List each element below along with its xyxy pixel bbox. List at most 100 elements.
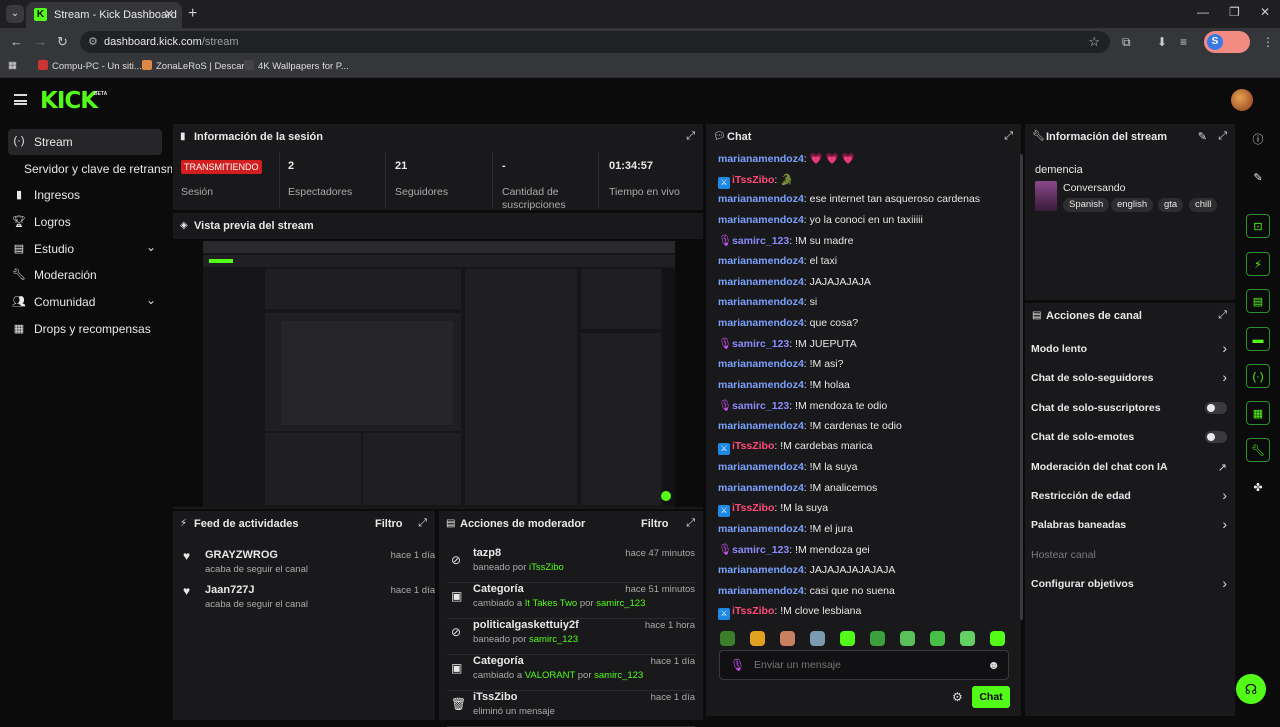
sidebar-item-moderation[interactable]: 🔧︎ Moderación bbox=[8, 262, 162, 288]
chat-scrollbar[interactable] bbox=[1020, 154, 1023, 620]
chat-username[interactable]: samirc_123 bbox=[732, 338, 789, 350]
chat-username[interactable]: iTssZibo bbox=[732, 502, 774, 514]
chat-username[interactable]: marianamendoz4 bbox=[718, 523, 804, 535]
emote-icon[interactable] bbox=[750, 631, 765, 646]
tag[interactable]: gta bbox=[1158, 198, 1184, 212]
bookmark-item[interactable]: 4K Wallpapers for P... bbox=[244, 60, 349, 72]
extensions-icon[interactable]: ⧉ bbox=[1122, 35, 1131, 50]
chat-username[interactable]: marianamendoz4 bbox=[718, 296, 804, 308]
restore-icon[interactable]: ❐ bbox=[1229, 5, 1240, 19]
mod-action-title[interactable]: Categoría bbox=[473, 583, 524, 595]
chat-username[interactable]: iTssZibo bbox=[732, 605, 774, 617]
mod-action-title[interactable]: politicalgaskettuiy2f bbox=[473, 619, 579, 631]
edit-icon[interactable]: ✎ bbox=[1198, 130, 1207, 143]
site-info-icon[interactable]: ⚙ bbox=[88, 35, 98, 48]
emoji-icon[interactable]: ☻ bbox=[987, 658, 1000, 672]
channel-action-row[interactable]: Restricción de edad › bbox=[1031, 486, 1229, 508]
window-close-icon[interactable]: ✕ bbox=[1260, 5, 1270, 19]
kick-logo[interactable]: KICK bbox=[40, 88, 98, 114]
chat-username[interactable]: marianamendoz4 bbox=[718, 214, 804, 226]
chat-username[interactable]: marianamendoz4 bbox=[718, 153, 804, 165]
channel-action-row[interactable]: Configurar objetivos › bbox=[1031, 574, 1229, 596]
expand-icon[interactable]: ⤢ bbox=[1218, 309, 1227, 322]
emote-icon[interactable] bbox=[900, 631, 915, 646]
expand-icon[interactable]: ⤢ bbox=[686, 517, 695, 530]
emote-icon[interactable] bbox=[870, 631, 885, 646]
chat-username[interactable]: samirc_123 bbox=[732, 235, 789, 247]
back-icon[interactable]: ← bbox=[10, 34, 23, 49]
browser-menu-icon[interactable]: ⋮ bbox=[1262, 35, 1274, 49]
minimize-icon[interactable]: — bbox=[1197, 5, 1209, 19]
emote-icon[interactable] bbox=[840, 631, 855, 646]
gear-icon[interactable]: ⚙ bbox=[952, 690, 963, 704]
menu-icon[interactable] bbox=[14, 94, 27, 105]
sidebar-item-community[interactable]: 👥︎ Comunidad ⌄ bbox=[8, 289, 162, 315]
close-icon[interactable]: ✕ bbox=[164, 7, 174, 21]
chat-username[interactable]: marianamendoz4 bbox=[718, 276, 804, 288]
expand-icon[interactable]: ⤢ bbox=[1218, 130, 1227, 143]
reload-icon[interactable]: ↻ bbox=[57, 34, 68, 50]
media-icon[interactable]: ≡ bbox=[1180, 35, 1187, 49]
emote-icon[interactable] bbox=[810, 631, 825, 646]
bolt-icon[interactable]: ⚡︎ bbox=[1246, 252, 1270, 276]
expand-icon[interactable]: ⤢ bbox=[686, 130, 695, 143]
sidebar-item-stream-key[interactable]: Servidor y clave de retransmisión bbox=[24, 162, 172, 176]
help-headset-icon[interactable]: ☊ bbox=[1236, 674, 1266, 704]
emote-icon[interactable] bbox=[780, 631, 795, 646]
layers-icon[interactable]: ▦ bbox=[1246, 401, 1270, 425]
feed-user[interactable]: GRAYZWROG bbox=[205, 549, 278, 561]
wrench-icon[interactable]: 🔧︎ bbox=[1246, 438, 1270, 462]
tab-search-button[interactable]: ⌄ bbox=[6, 5, 24, 23]
toggle-switch[interactable] bbox=[1205, 431, 1227, 444]
expand-icon[interactable]: ⤢ bbox=[1004, 130, 1013, 143]
chat-username[interactable]: samirc_123 bbox=[732, 544, 789, 556]
download-icon[interactable]: ⬇ bbox=[1157, 35, 1167, 49]
mod-action-title[interactable]: Categoría bbox=[473, 655, 524, 667]
emote-icon[interactable] bbox=[720, 631, 735, 646]
channel-action-row[interactable]: Chat de solo-emotes bbox=[1031, 427, 1229, 449]
chat-bubble-icon[interactable]: ▬ bbox=[1246, 327, 1270, 351]
forward-icon[interactable]: → bbox=[34, 34, 47, 49]
user-avatar[interactable] bbox=[1231, 89, 1253, 111]
tag[interactable]: english bbox=[1111, 198, 1154, 212]
address-bar[interactable]: ⚙ dashboard.kick.com/stream ☆ bbox=[80, 31, 1110, 53]
clipboard-icon[interactable]: ▤ bbox=[1246, 289, 1270, 313]
apps-grid-icon[interactable]: ▦ bbox=[8, 60, 17, 71]
chat-message-input[interactable] bbox=[754, 659, 954, 671]
edit-icon[interactable]: ✎ bbox=[1246, 166, 1270, 190]
channel-action-row[interactable]: Hostear canal bbox=[1031, 545, 1229, 567]
filter-button[interactable]: Filtro bbox=[375, 518, 403, 530]
chat-username[interactable]: marianamendoz4 bbox=[718, 255, 804, 267]
chat-input-box[interactable]: 🎙︎ ☻ bbox=[719, 650, 1009, 680]
stream-preview[interactable] bbox=[173, 239, 703, 507]
bookmark-item[interactable]: ZonaLeRoS | Descar... bbox=[142, 60, 252, 72]
sidebar-item-stream[interactable]: (·) Stream bbox=[8, 129, 162, 155]
channel-action-row[interactable]: Modo lento › bbox=[1031, 339, 1229, 361]
emote-icon[interactable] bbox=[960, 631, 975, 646]
sidebar-item-achievements[interactable]: 🏆︎ Logros bbox=[8, 209, 162, 235]
toggle-switch[interactable] bbox=[1205, 401, 1227, 414]
chat-username[interactable]: samirc_123 bbox=[732, 400, 789, 412]
browser-tab[interactable]: K Stream - Kick Dashboard ✕ bbox=[26, 2, 182, 28]
tag[interactable]: chill bbox=[1189, 198, 1218, 212]
broadcast-icon[interactable]: (·) bbox=[1246, 364, 1270, 388]
chat-username[interactable]: marianamendoz4 bbox=[718, 317, 804, 329]
channel-action-row[interactable]: Moderación del chat con IA ↗ bbox=[1031, 457, 1229, 479]
sidebar-item-drops[interactable]: ▦ Drops y recompensas bbox=[8, 316, 162, 342]
new-tab-icon[interactable]: + bbox=[188, 5, 197, 23]
mod-action-title[interactable]: tazp8 bbox=[473, 547, 501, 559]
chat-username[interactable]: marianamendoz4 bbox=[718, 564, 804, 576]
chat-username[interactable]: iTssZibo bbox=[732, 440, 774, 452]
chat-username[interactable]: iTssZibo bbox=[732, 174, 774, 186]
channel-action-row[interactable]: Palabras baneadas › bbox=[1031, 515, 1229, 537]
chat-username[interactable]: marianamendoz4 bbox=[718, 585, 804, 597]
mod-action-title[interactable]: iTssZibo bbox=[473, 691, 517, 703]
chat-username[interactable]: marianamendoz4 bbox=[718, 420, 804, 432]
bookmark-item[interactable]: Compu-PC - Un siti... bbox=[38, 60, 142, 72]
info-icon[interactable]: ⓘ bbox=[1246, 128, 1270, 152]
chat-username[interactable]: marianamendoz4 bbox=[718, 193, 804, 205]
sidebar-item-income[interactable]: ▮ Ingresos bbox=[8, 182, 162, 208]
bookmark-star-icon[interactable]: ☆ bbox=[1088, 34, 1100, 50]
channel-action-row[interactable]: Chat de solo-seguidores › bbox=[1031, 368, 1229, 390]
feed-user[interactable]: Jaan727J bbox=[205, 584, 255, 596]
